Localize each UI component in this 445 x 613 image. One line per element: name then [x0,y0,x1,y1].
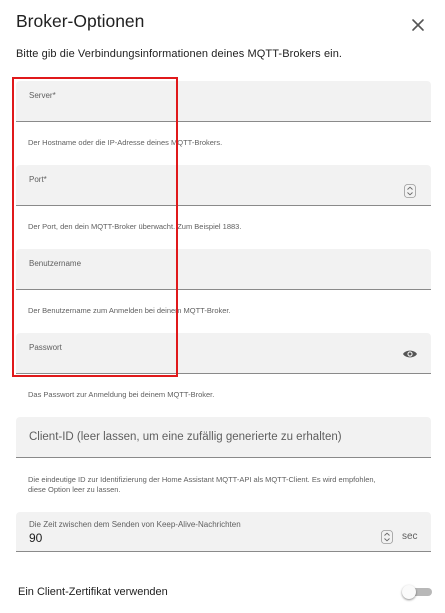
port-helper: Der Port, den dein MQTT-Broker überwacht… [28,222,242,231]
server-helper: Der Hostname oder die IP-Adresse deines … [28,138,223,147]
close-icon [412,19,424,31]
username-field[interactable]: Benutzername [16,249,431,290]
password-field[interactable]: Passwort [16,333,431,374]
keepalive-label: Die Zeit zwischen dem Senden von Keep-Al… [29,520,241,529]
close-button[interactable] [404,12,432,40]
keepalive-stepper-icon[interactable] [381,530,393,544]
username-helper: Der Benutzername zum Anmelden bei deinem… [28,306,231,315]
client-cert-toggle[interactable] [402,585,432,599]
keepalive-field[interactable]: Die Zeit zwischen dem Senden von Keep-Al… [16,512,431,552]
keepalive-value: 90 [29,531,43,545]
dialog-title: Broker-Optionen [16,11,145,31]
keepalive-unit: sec [402,531,418,542]
dialog-intro: Bitte gib die Verbindungsinformationen d… [16,48,343,60]
server-label: Server* [29,91,56,100]
password-label: Passwort [29,343,62,352]
client-id-helper-line1: Die eindeutige ID zur Identifizierung de… [28,475,376,484]
eye-icon[interactable] [402,348,418,360]
client-id-field[interactable]: Client-ID (leer lassen, um eine zufällig… [16,417,431,458]
port-label: Port* [29,175,47,184]
port-field[interactable]: Port* [16,165,431,206]
password-helper: Das Passwort zur Anmeldung bei deinem MQ… [28,390,215,399]
broker-options-dialog: Broker-Optionen Bitte gib die Verbindung… [0,0,445,613]
toggle-thumb [402,585,416,599]
client-cert-label: Ein Client-Zertifikat verwenden [18,586,168,598]
stepper-icon[interactable] [404,184,416,198]
client-id-helper-line2: diese Option leer zu lassen. [28,485,121,494]
server-field[interactable]: Server* [16,81,431,122]
client-id-placeholder: Client-ID (leer lassen, um eine zufällig… [29,431,342,443]
username-label: Benutzername [29,259,82,268]
